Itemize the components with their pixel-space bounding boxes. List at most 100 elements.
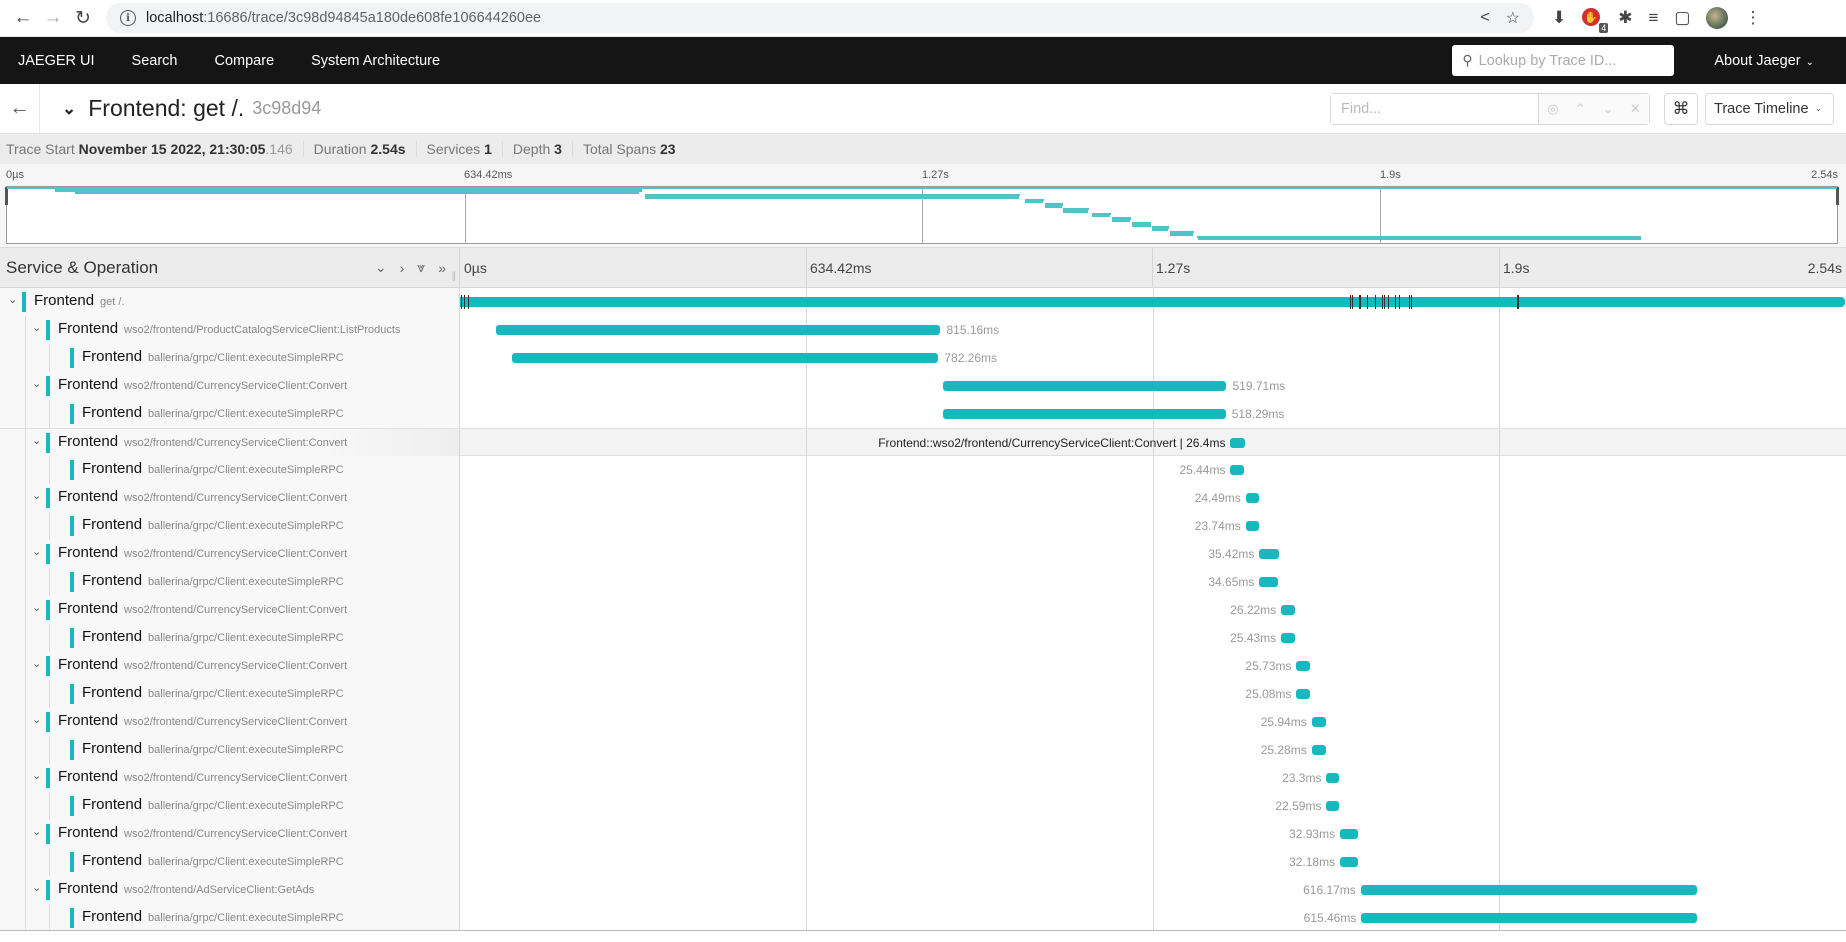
span-row[interactable]: ⌄ Frontend wso2/frontend/CurrencyServiceCl…: [0, 820, 1846, 848]
expand-all-icon[interactable]: »: [438, 260, 446, 276]
span-service-name[interactable]: Frontend wso2/frontend/CurrencyServiceCli…: [58, 712, 347, 729]
chevron-down-icon[interactable]: ⌄: [32, 601, 41, 614]
span-row[interactable]: Frontend ballerina/grpc/Client:executeSim…: [0, 512, 1846, 540]
span-name-cell[interactable]: ⌄ Frontend wso2/frontend/CurrencyServiceCl…: [0, 708, 460, 736]
expand-one-icon[interactable]: ›: [400, 260, 405, 276]
span-bar[interactable]: [1360, 885, 1697, 895]
span-row[interactable]: ⌄ Frontend wso2/frontend/CurrencyServiceCl…: [0, 596, 1846, 624]
span-name-cell[interactable]: ⌄ Frontend wso2/frontend/CurrencyServiceCl…: [0, 820, 460, 848]
span-bar[interactable]: [1311, 717, 1326, 727]
span-bar[interactable]: [943, 381, 1227, 391]
log-marker[interactable]: [1394, 295, 1396, 309]
span-name-cell[interactable]: Frontend ballerina/grpc/Client:executeSim…: [0, 512, 460, 540]
menu-kebab-icon[interactable]: ⋮: [1744, 8, 1761, 28]
span-service-name[interactable]: Frontend ballerina/grpc/Client:executeSim…: [82, 852, 344, 869]
span-timeline-cell[interactable]: 26.22ms: [460, 596, 1846, 624]
span-timeline-cell[interactable]: 23.3ms: [460, 764, 1846, 792]
span-name-cell[interactable]: ⌄ Frontend wso2/frontend/CurrencyServiceCl…: [0, 652, 460, 680]
span-service-name[interactable]: Frontend ballerina/grpc/Client:executeSim…: [82, 348, 344, 365]
span-row[interactable]: Frontend ballerina/grpc/Client:executeSim…: [0, 792, 1846, 820]
span-timeline-cell[interactable]: 32.93ms: [460, 820, 1846, 848]
span-row[interactable]: Frontend ballerina/grpc/Client:executeSim…: [0, 904, 1846, 930]
span-name-cell[interactable]: ⌄ Frontend wso2/frontend/CurrencyServiceCl…: [0, 764, 460, 792]
span-row[interactable]: ⌄ Frontend wso2/frontend/CurrencyServiceCl…: [0, 708, 1846, 736]
span-service-name[interactable]: Frontend wso2/frontend/CurrencyServiceCli…: [58, 768, 347, 785]
span-service-name[interactable]: Frontend wso2/frontend/CurrencyServiceCli…: [58, 600, 347, 617]
profile-avatar[interactable]: [1706, 7, 1729, 29]
span-name-cell[interactable]: ⌄ Frontend wso2/frontend/ProductCatalogSer…: [0, 316, 460, 344]
span-row[interactable]: ⌄ Frontend wso2/frontend/CurrencyServiceCl…: [0, 484, 1846, 512]
next-match-icon[interactable]: ⌄: [1602, 101, 1613, 117]
span-row[interactable]: ⌄ Frontend wso2/frontend/CurrencyServiceCl…: [0, 764, 1846, 792]
span-bar[interactable]: [1245, 493, 1260, 503]
span-name-cell[interactable]: ⌄ Frontend wso2/frontend/CurrencyServiceCl…: [0, 484, 460, 512]
span-bar[interactable]: [495, 325, 941, 335]
span-timeline-cell[interactable]: 32.18ms: [460, 848, 1846, 876]
span-bar[interactable]: [1230, 465, 1245, 475]
span-name-cell[interactable]: Frontend ballerina/grpc/Client:executeSim…: [0, 456, 460, 484]
trace-id-input[interactable]: [1478, 52, 1659, 69]
span-row[interactable]: ⌄ Frontend wso2/frontend/CurrencyServiceCl…: [0, 652, 1846, 680]
span-service-name[interactable]: Frontend wso2/frontend/CurrencyServiceCli…: [58, 376, 347, 393]
span-timeline-cell[interactable]: 23.74ms: [460, 512, 1846, 540]
span-bar[interactable]: [1361, 913, 1697, 923]
span-timeline-cell[interactable]: 782.26ms: [460, 344, 1846, 372]
back-button[interactable]: ←: [0, 83, 40, 134]
span-timeline-cell[interactable]: 615.46ms: [460, 904, 1846, 930]
forward-arrow-icon[interactable]: →: [38, 3, 68, 33]
span-service-name[interactable]: Frontend ballerina/grpc/Client:executeSim…: [82, 404, 344, 421]
span-name-cell[interactable]: Frontend ballerina/grpc/Client:executeSim…: [0, 344, 460, 372]
chevron-down-icon[interactable]: ⌄: [32, 825, 41, 838]
minimap-right-handle[interactable]: [1836, 187, 1839, 205]
locate-icon[interactable]: ◎: [1547, 101, 1558, 117]
media-queue-icon[interactable]: ≡: [1649, 8, 1659, 28]
chevron-down-icon[interactable]: ⌄: [32, 769, 41, 782]
brand-link[interactable]: JAEGER UI: [18, 53, 95, 69]
span-bar[interactable]: [1245, 521, 1259, 531]
span-bar[interactable]: [1340, 829, 1359, 839]
span-row[interactable]: Frontend ballerina/grpc/Client:executeSim…: [0, 568, 1846, 596]
log-marker[interactable]: [1383, 295, 1385, 309]
span-row[interactable]: Frontend ballerina/grpc/Client:executeSim…: [0, 680, 1846, 708]
span-timeline-cell[interactable]: 519.71ms: [460, 372, 1846, 400]
chevron-down-icon[interactable]: ⌄: [32, 713, 41, 726]
chevron-down-icon[interactable]: ⌄: [32, 657, 41, 670]
chevron-down-icon[interactable]: ⌄: [32, 377, 41, 390]
minimap-canvas[interactable]: [5, 186, 1839, 244]
span-service-name[interactable]: Frontend ballerina/grpc/Client:executeSim…: [82, 460, 344, 477]
span-bar[interactable]: [1281, 605, 1296, 615]
chevron-down-icon[interactable]: ⌄: [32, 321, 41, 334]
about-jaeger-menu[interactable]: About Jaeger ⌄: [1714, 53, 1814, 69]
log-marker[interactable]: [1398, 295, 1400, 309]
extension-blocker-icon[interactable]: ✋ 4: [1582, 8, 1609, 33]
span-name-cell[interactable]: Frontend ballerina/grpc/Client:executeSim…: [0, 736, 460, 764]
span-timeline-cell[interactable]: 24.49ms: [460, 484, 1846, 512]
collapse-one-icon[interactable]: ⌄: [375, 259, 387, 276]
column-resize-handle[interactable]: ||: [452, 271, 456, 282]
chevron-down-icon[interactable]: ⌄: [32, 545, 41, 558]
span-name-cell[interactable]: ⌄ Frontend wso2/frontend/CurrencyServiceCl…: [0, 596, 460, 624]
span-timeline-cell[interactable]: 25.28ms: [460, 736, 1846, 764]
span-bar[interactable]: [943, 409, 1226, 419]
span-row[interactable]: ⌄ Frontend wso2/frontend/CurrencyServiceCl…: [0, 428, 1846, 457]
log-marker[interactable]: [1374, 295, 1376, 309]
span-name-cell[interactable]: Frontend ballerina/grpc/Client:executeSim…: [0, 568, 460, 596]
span-name-cell[interactable]: Frontend ballerina/grpc/Client:executeSim…: [0, 624, 460, 652]
span-service-name[interactable]: Frontend ballerina/grpc/Client:executeSim…: [82, 908, 344, 925]
chevron-down-icon[interactable]: ⌄: [32, 434, 41, 447]
span-service-name[interactable]: Frontend ballerina/grpc/Client:executeSim…: [82, 572, 344, 589]
find-input[interactable]: [1331, 93, 1539, 124]
nav-search[interactable]: Search: [132, 53, 178, 69]
span-service-name[interactable]: Frontend wso2/frontend/AdServiceClient:Ge…: [58, 880, 314, 897]
span-name-cell[interactable]: ⌄ Frontend wso2/frontend/CurrencyServiceCl…: [0, 429, 460, 457]
log-marker[interactable]: [1410, 295, 1412, 309]
span-service-name[interactable]: Frontend ballerina/grpc/Client:executeSim…: [82, 628, 344, 645]
span-service-name[interactable]: Frontend ballerina/grpc/Client:executeSim…: [82, 740, 344, 757]
span-timeline-cell[interactable]: 25.08ms: [460, 680, 1846, 708]
span-service-name[interactable]: Frontend wso2/frontend/CurrencyServiceCli…: [58, 656, 347, 673]
span-row[interactable]: ⌄ Frontend get /.: [0, 288, 1846, 316]
collapse-header-chevron-icon[interactable]: ⌄: [62, 99, 76, 119]
span-service-name[interactable]: Frontend ballerina/grpc/Client:executeSim…: [82, 796, 344, 813]
log-marker[interactable]: [1366, 295, 1368, 309]
span-name-cell[interactable]: ⌄ Frontend wso2/frontend/CurrencyServiceCl…: [0, 372, 460, 400]
